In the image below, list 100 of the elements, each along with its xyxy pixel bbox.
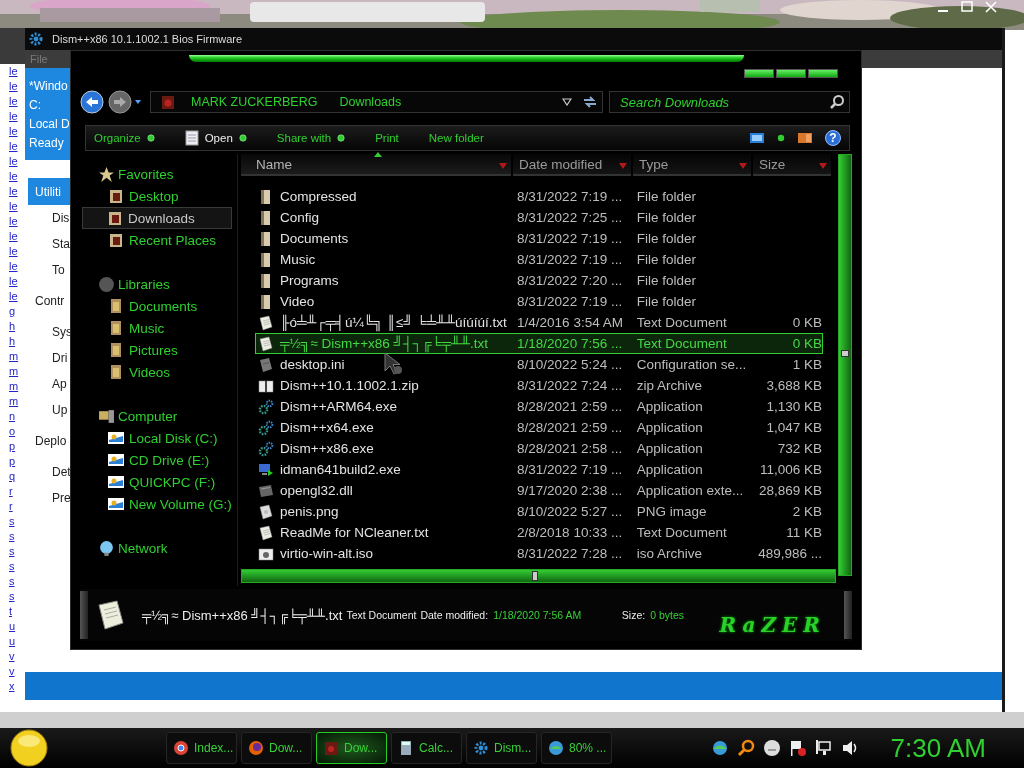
page-link[interactable]: u (0, 619, 16, 634)
help-button[interactable]: ? (825, 130, 841, 146)
column-header[interactable]: Date modified (513, 154, 631, 176)
nav-item[interactable]: Up (25, 397, 70, 423)
page-link[interactable]: p (0, 439, 16, 454)
file-row[interactable]: ReadMe for NCleaner.txt 2/8/2018 10:33 ... Text Document 11 KB (255, 522, 823, 543)
file-row[interactable]: ╟ó╧╨┌╤╡ú¼╚╗ ║≤╝ ╘╧╨╨úíúíúí.txt 1/4/2016 3:54 AM Text Document 0 KB (255, 312, 823, 333)
forward-button-icon[interactable] (108, 90, 132, 114)
nav-item[interactable]: Det (25, 459, 70, 485)
toolbar-button[interactable]: Open (184, 130, 247, 146)
flag-icon[interactable] (788, 739, 807, 757)
page-link[interactable]: le (0, 109, 18, 124)
file-row[interactable]: Documents 8/31/2022 7:19 ... File folder (255, 228, 823, 249)
page-link[interactable]: r (0, 484, 13, 499)
breadcrumb[interactable]: MARK ZUCKERBERG (185, 95, 324, 109)
search-icon[interactable] (736, 739, 755, 757)
file-row[interactable]: virtio-win-alt.iso 8/31/2022 7:28 ... iso Archive 489,986 ... (255, 543, 823, 564)
network-globe-icon[interactable] (710, 739, 729, 757)
page-link[interactable]: q (0, 469, 16, 484)
page-link[interactable]: le (0, 274, 18, 289)
page-link[interactable]: s (0, 544, 15, 559)
toolbar-button[interactable]: Organize (94, 132, 155, 144)
page-link[interactable]: s (0, 574, 15, 589)
nav-item[interactable]: Ap (25, 371, 70, 397)
page-link[interactable]: g (0, 304, 16, 319)
taskbar-button[interactable]: Dow... (241, 732, 312, 764)
page-link[interactable]: h (0, 334, 16, 349)
nav-item[interactable]: Pre (25, 485, 70, 511)
taskbar-button[interactable]: Calc... (391, 732, 462, 764)
network-icon[interactable] (814, 739, 833, 757)
toolbar-button[interactable]: New folder (428, 132, 484, 144)
dropdown-dot-icon[interactable] (777, 134, 785, 142)
file-row[interactable]: Programs 8/31/2022 7:20 ... File folder (255, 270, 823, 291)
nav-item[interactable]: Documents (80, 295, 237, 317)
taskbar-button[interactable]: Index... (166, 732, 237, 764)
page-link[interactable]: le (0, 139, 18, 154)
page-link[interactable]: s (0, 514, 15, 529)
nav-item[interactable]: Videos (80, 361, 237, 383)
preview-pane-icon[interactable] (797, 131, 813, 145)
nav-group[interactable]: Libraries (80, 273, 237, 295)
page-link[interactable]: le (0, 244, 18, 259)
page-link[interactable]: n (0, 409, 16, 424)
page-link[interactable]: m (0, 379, 19, 394)
page-link[interactable]: le (0, 289, 18, 304)
nav-item[interactable]: Local Disk (C:) (80, 427, 237, 449)
file-row[interactable]: Config 8/31/2022 7:25 ... File folder (255, 207, 823, 228)
horizontal-scrollbar[interactable] (241, 569, 836, 583)
refresh-icon[interactable] (582, 94, 598, 110)
nav-item[interactable]: Contr (25, 283, 70, 319)
back-button-icon[interactable] (80, 90, 104, 114)
file-row[interactable]: Dism++x86.exe 8/28/2021 2:58 ... Application 732 KB (255, 438, 823, 459)
page-link[interactable]: o (0, 424, 16, 439)
page-link[interactable]: le (0, 229, 18, 244)
file-row[interactable]: Video 8/31/2022 7:19 ... File folder (255, 291, 823, 312)
page-link[interactable]: le (0, 94, 18, 109)
page-link[interactable]: t (0, 604, 13, 619)
view-icon[interactable] (749, 131, 765, 145)
clock[interactable]: 7:30 AM (890, 732, 986, 764)
start-orb-icon[interactable] (10, 729, 48, 767)
nav-item[interactable]: Desktop (80, 185, 237, 207)
page-link[interactable]: h (0, 319, 16, 334)
page-link[interactable]: p (0, 454, 16, 469)
caret-icon[interactable] (562, 98, 572, 106)
column-header[interactable]: Name (241, 154, 511, 176)
nav-group[interactable]: Network (80, 537, 237, 559)
nav-item[interactable]: CD Drive (E:) (80, 449, 237, 471)
close-icon[interactable] (984, 1, 998, 13)
page-link[interactable]: le (0, 154, 18, 169)
file-row[interactable]: Dism++x64.exe 8/28/2021 2:59 ... Application 1,047 KB (255, 417, 823, 438)
page-link[interactable]: r (0, 499, 13, 514)
page-link[interactable]: le (0, 259, 18, 274)
page-link[interactable]: m (0, 349, 19, 364)
toolbar-button[interactable]: Print (375, 132, 399, 144)
nav-item[interactable]: Recent Places (80, 229, 237, 251)
file-row[interactable]: ╤½╗≈ Dism++x86 ╝┤┐╔╘╤╨╨.txt 1/18/2020 7:56 ... Text Document 0 KB (255, 333, 823, 354)
nav-item[interactable]: QUICKPC (F:) (80, 471, 237, 493)
file-row[interactable]: Dism++10.1.1002.1.zip 8/31/2022 7:24 ... zip Archive 3,688 KB (255, 375, 823, 396)
column-header[interactable]: Type (633, 154, 751, 176)
address-bar[interactable]: MARK ZUCKERBERG Downloads (150, 91, 603, 113)
breadcrumb[interactable]: Downloads (333, 95, 408, 109)
page-link[interactable]: le (0, 64, 18, 79)
nav-item[interactable]: To (25, 257, 70, 283)
nav-item[interactable]: Utiliti (28, 178, 70, 205)
page-link[interactable]: v (0, 664, 15, 679)
page-link[interactable]: le (0, 79, 18, 94)
nav-group[interactable]: Computer (80, 405, 237, 427)
nav-item[interactable]: Dri (25, 345, 70, 371)
file-row[interactable]: idman641build2.exe 8/31/2022 7:19 ... Application 11,006 KB (255, 459, 823, 480)
vertical-scrollbar[interactable] (838, 154, 852, 576)
minimize-button[interactable] (744, 69, 774, 78)
page-link[interactable]: s (0, 589, 15, 604)
page-link[interactable]: le (0, 199, 18, 214)
taskbar-button[interactable]: Dism... (466, 732, 537, 764)
nav-item[interactable]: Sta (25, 231, 70, 257)
page-link[interactable]: x (0, 679, 15, 694)
file-row[interactable]: opengl32.dll 9/17/2020 2:38 ... Application exte... 28,869 KB (255, 480, 823, 501)
maximize-button[interactable] (776, 69, 806, 78)
page-link[interactable]: le (0, 124, 18, 139)
file-row[interactable]: penis.png 8/10/2022 5:27 ... PNG image 2 KB (255, 501, 823, 522)
search-field[interactable]: Search Downloads (609, 91, 850, 113)
